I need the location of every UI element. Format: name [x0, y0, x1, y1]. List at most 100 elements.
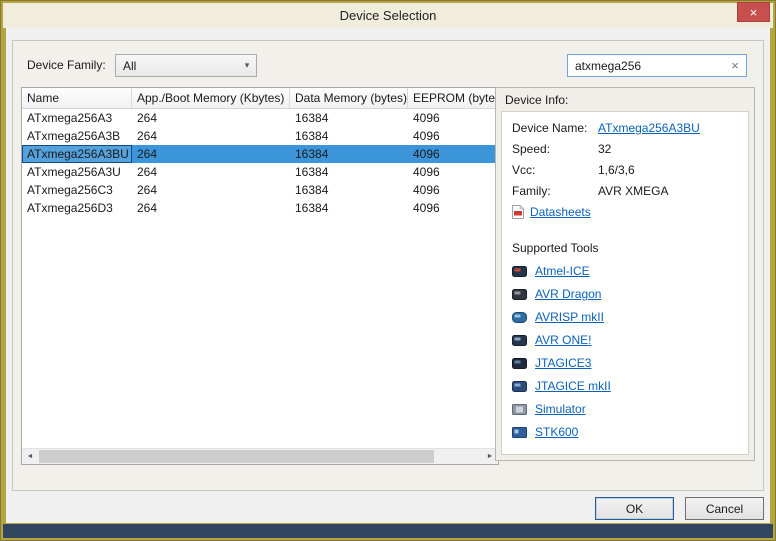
device-family-selected-value: All [116, 59, 238, 73]
column-header-name[interactable]: Name [22, 88, 132, 108]
tool-link-stk600[interactable]: STK600 [535, 425, 578, 439]
tool-row: JTAGICE3 [512, 356, 738, 370]
family-row: Family: AVR XMEGA [512, 184, 738, 198]
table-row[interactable]: ATxmega256A3 264 16384 4096 [22, 109, 498, 127]
cell-app: 264 [132, 163, 290, 181]
avr-dragon-icon [512, 289, 527, 300]
cell-data: 16384 [290, 199, 408, 217]
tool-row: Simulator [512, 402, 738, 416]
tool-row: STK600 [512, 425, 738, 439]
cell-eeprom: 4096 [408, 163, 498, 181]
jtagice-mkii-icon [512, 381, 527, 392]
cell-name: ATxmega256D3 [22, 199, 132, 217]
jtagice3-icon [512, 358, 527, 369]
speed-value: 32 [598, 142, 611, 156]
datasheets-link[interactable]: Datasheets [530, 205, 591, 219]
device-info-heading: Device Info: [496, 88, 754, 107]
vcc-row: Vcc: 1,6/3,6 [512, 163, 738, 177]
horizontal-scrollbar[interactable]: ◄ ► [22, 448, 498, 464]
close-button[interactable]: × [737, 2, 770, 22]
scrollbar-thumb[interactable] [39, 450, 434, 463]
content-panel: Device Family: All ▾ × Name App./Boot Me… [12, 40, 764, 491]
cell-data: 16384 [290, 109, 408, 127]
tool-row: JTAGICE mkII [512, 379, 738, 393]
stk600-icon [512, 427, 527, 438]
tool-link-avrisp-mkii[interactable]: AVRISP mkII [535, 310, 604, 324]
device-search-box: × [567, 54, 747, 77]
cell-eeprom: 4096 [408, 145, 498, 163]
tool-row: AVRISP mkII [512, 310, 738, 324]
cell-data: 16384 [290, 163, 408, 181]
window-bottom-edge [3, 524, 773, 538]
table-row[interactable]: ATxmega256D3 264 16384 4096 [22, 199, 498, 217]
cell-eeprom: 4096 [408, 127, 498, 145]
cell-app: 264 [132, 127, 290, 145]
cell-name: ATxmega256A3U [22, 163, 132, 181]
vcc-label: Vcc: [512, 163, 598, 177]
cell-name: ATxmega256A3B [22, 127, 132, 145]
cell-app: 264 [132, 109, 290, 127]
cancel-button-label: Cancel [706, 502, 743, 516]
column-header-eeprom[interactable]: EEPROM (bytes) [408, 88, 498, 108]
device-name-row: Device Name: ATxmega256A3BU [512, 121, 738, 135]
cell-eeprom: 4096 [408, 199, 498, 217]
table-header: Name App./Boot Memory (Kbytes) Data Memo… [22, 88, 498, 109]
scroll-left-icon[interactable]: ◄ [22, 449, 38, 464]
cell-app: 264 [132, 199, 290, 217]
device-family-dropdown[interactable]: All ▾ [115, 54, 257, 77]
cell-data: 16384 [290, 181, 408, 199]
device-table: Name App./Boot Memory (Kbytes) Data Memo… [21, 87, 499, 465]
tool-link-jtagice3[interactable]: JTAGICE3 [535, 356, 591, 370]
device-name-link[interactable]: ATxmega256A3BU [598, 121, 700, 135]
dialog-client-area: Device Family: All ▾ × Name App./Boot Me… [6, 28, 770, 523]
table-row[interactable]: ATxmega256A3U 264 16384 4096 [22, 163, 498, 181]
tool-link-simulator[interactable]: Simulator [535, 402, 586, 416]
table-row-selected[interactable]: ATxmega256A3BU 264 16384 4096 [22, 145, 498, 163]
family-value: AVR XMEGA [598, 184, 668, 198]
avr-one-icon [512, 335, 527, 346]
tool-link-atmel-ice[interactable]: Atmel-ICE [535, 264, 590, 278]
clear-search-icon[interactable]: × [724, 58, 746, 73]
cell-eeprom: 4096 [408, 109, 498, 127]
datasheets-row: Datasheets [512, 205, 738, 219]
ok-button-label: OK [626, 502, 643, 516]
device-info-panel: Device Info: Device Name: ATxmega256A3BU… [495, 87, 755, 461]
titlebar[interactable]: Device Selection [3, 3, 773, 28]
column-header-appboot[interactable]: App./Boot Memory (Kbytes) [132, 88, 290, 108]
pdf-icon [512, 205, 524, 219]
speed-label: Speed: [512, 142, 598, 156]
ok-button[interactable]: OK [595, 497, 674, 520]
supported-tools-heading: Supported Tools [512, 241, 738, 255]
atmel-ice-icon [512, 266, 527, 277]
cancel-button[interactable]: Cancel [685, 497, 764, 520]
cell-data: 16384 [290, 145, 408, 163]
tool-row: Atmel-ICE [512, 264, 738, 278]
tool-link-avr-one[interactable]: AVR ONE! [535, 333, 591, 347]
device-family-label: Device Family: [27, 58, 106, 72]
cell-name: ATxmega256A3BU [22, 145, 132, 163]
device-selection-dialog: Device Selection × Device Family: All ▾ … [0, 0, 776, 541]
table-row[interactable]: ATxmega256A3B 264 16384 4096 [22, 127, 498, 145]
tool-row: AVR Dragon [512, 287, 738, 301]
simulator-icon [512, 404, 527, 415]
cell-app: 264 [132, 145, 290, 163]
device-name-label: Device Name: [512, 121, 598, 135]
column-header-datamem[interactable]: Data Memory (bytes) [290, 88, 408, 108]
cell-name: ATxmega256C3 [22, 181, 132, 199]
speed-row: Speed: 32 [512, 142, 738, 156]
cell-name: ATxmega256A3 [22, 109, 132, 127]
cell-data: 16384 [290, 127, 408, 145]
table-body: ATxmega256A3 264 16384 4096 ATxmega256A3… [22, 109, 498, 448]
device-info-content: Device Name: ATxmega256A3BU Speed: 32 Vc… [501, 111, 749, 455]
tool-row: AVR ONE! [512, 333, 738, 347]
cell-eeprom: 4096 [408, 181, 498, 199]
table-row[interactable]: ATxmega256C3 264 16384 4096 [22, 181, 498, 199]
tool-link-avr-dragon[interactable]: AVR Dragon [535, 287, 601, 301]
vcc-value: 1,6/3,6 [598, 163, 635, 177]
tool-link-jtagice-mkii[interactable]: JTAGICE mkII [535, 379, 611, 393]
window-title: Device Selection [340, 8, 437, 23]
avrisp-mkii-icon [512, 312, 527, 323]
family-label: Family: [512, 184, 598, 198]
search-input[interactable] [568, 59, 724, 73]
cell-app: 264 [132, 181, 290, 199]
